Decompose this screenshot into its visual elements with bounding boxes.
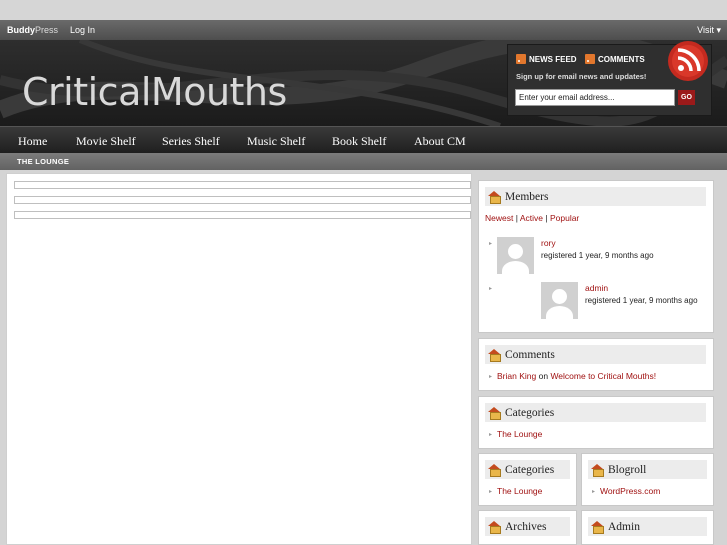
filter-popular[interactable]: Popular [550, 213, 579, 223]
bullet-icon: ▸ [489, 286, 493, 292]
member-registered: registered 1 year, 9 months ago [541, 251, 654, 260]
widget-title: Blogroll [588, 460, 707, 479]
home-icon [488, 349, 501, 362]
nav-home[interactable]: Home [18, 134, 47, 149]
widget-title: Categories [485, 460, 570, 479]
blogroll-widget: Blogroll ▸ WordPress.com [581, 453, 714, 506]
post-placeholder [14, 211, 471, 219]
category-link[interactable]: The Lounge [497, 486, 542, 496]
nav-book-shelf[interactable]: Book Shelf [332, 134, 386, 149]
archives-widget: Archives [478, 510, 577, 545]
rss-icon [516, 54, 526, 64]
comments-widget: Comments ▸ Brian King on Welcome to Crit… [478, 338, 714, 391]
avatar[interactable] [497, 237, 534, 274]
home-icon [591, 464, 604, 477]
comment-author[interactable]: Brian King [497, 371, 536, 381]
breadcrumb-current[interactable]: THE LOUNGE [17, 157, 69, 166]
main-content [6, 173, 472, 545]
widget-title: Admin [588, 517, 707, 536]
rss-large-icon[interactable] [667, 40, 709, 82]
filter-newest[interactable]: Newest [485, 213, 513, 223]
comment-post-link[interactable]: Welcome to Critical Mouths! [550, 371, 656, 381]
category-link[interactable]: The Lounge [497, 429, 542, 439]
chevron-down-icon: ▾ [716, 25, 721, 35]
member-name[interactable]: admin [585, 283, 608, 293]
visit-menu[interactable]: Visit ▾ [697, 25, 721, 36]
bullet-icon: ▸ [592, 489, 596, 495]
top-gap [0, 0, 727, 20]
post-placeholder [14, 196, 471, 204]
post-placeholder [14, 181, 471, 189]
nav-movie-shelf[interactable]: Movie Shelf [76, 134, 136, 149]
member-name[interactable]: rory [541, 238, 556, 248]
bullet-icon: ▸ [489, 489, 493, 495]
site-logo[interactable]: CriticalMouths [22, 70, 287, 114]
blogroll-link[interactable]: WordPress.com [600, 486, 660, 496]
bullet-icon: ▸ [489, 241, 493, 247]
home-icon [591, 521, 604, 534]
home-icon [488, 407, 501, 420]
members-filters: Newest | Active | Popular [485, 213, 580, 223]
login-link[interactable]: Log In [70, 25, 95, 35]
members-widget: Members Newest | Active | Popular ▸ rory… [478, 180, 714, 333]
main-navigation: Home Movie Shelf Series Shelf Music Shel… [0, 126, 727, 153]
home-icon [488, 191, 501, 204]
admin-bar: BuddyPress Log In Visit ▾ [0, 20, 727, 40]
nav-music-shelf[interactable]: Music Shelf [247, 134, 305, 149]
go-button[interactable]: GO [678, 90, 695, 105]
categories-widget-small: Categories ▸ The Lounge [478, 453, 577, 506]
buddypress-logo[interactable]: BuddyPress [7, 25, 58, 35]
widget-title: Archives [485, 517, 570, 536]
news-feed-link[interactable]: NEWS FEED [516, 54, 577, 64]
bullet-icon: ▸ [489, 432, 493, 438]
member-registered: registered 1 year, 9 months ago [585, 296, 698, 305]
home-icon [488, 521, 501, 534]
categories-widget: Categories ▸ The Lounge [478, 396, 714, 449]
widget-title: Comments [485, 345, 706, 364]
nav-about-cm[interactable]: About CM [414, 134, 466, 149]
home-icon [488, 464, 501, 477]
rss-icon [585, 54, 595, 64]
bullet-icon: ▸ [489, 374, 493, 380]
widget-title: Categories [485, 403, 706, 422]
filter-active[interactable]: Active [520, 213, 543, 223]
breadcrumb: THE LOUNGE [0, 153, 727, 170]
nav-series-shelf[interactable]: Series Shelf [162, 134, 220, 149]
signup-text: Sign up for email news and updates! [516, 72, 647, 81]
widget-title: Members [485, 187, 706, 206]
recent-comment: Brian King on Welcome to Critical Mouths… [497, 371, 657, 381]
email-field[interactable] [515, 89, 675, 106]
site-header: CriticalMouths NEWS FEED COMMENTS Sign u… [0, 40, 727, 126]
avatar[interactable] [541, 282, 578, 319]
admin-widget: Admin [581, 510, 714, 545]
comments-feed-link[interactable]: COMMENTS [585, 54, 645, 64]
